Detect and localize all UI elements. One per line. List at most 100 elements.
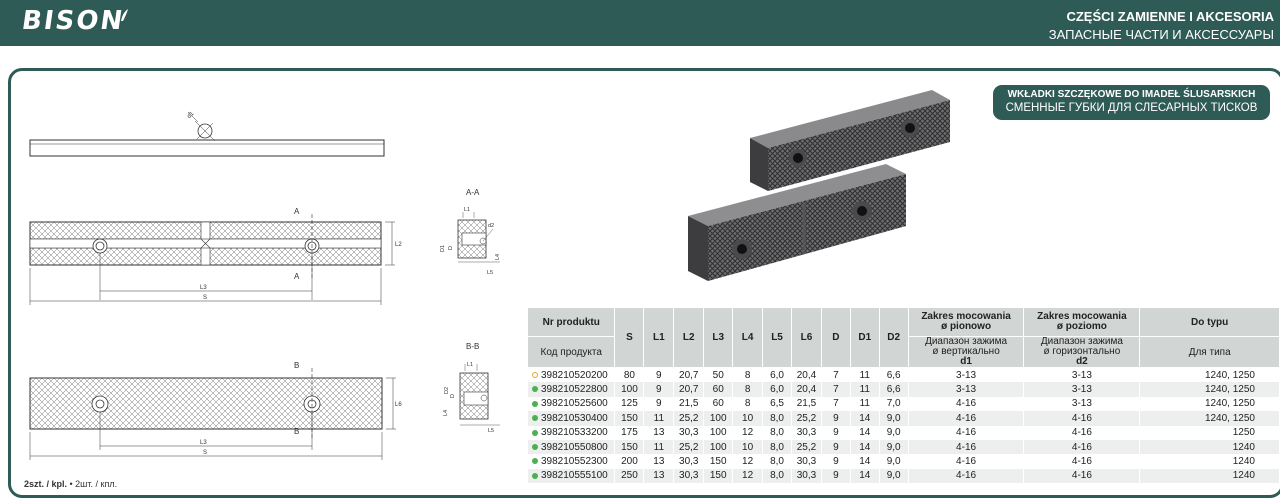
- cell-L5: 8,0: [762, 439, 792, 455]
- section-a-bottom-label: A: [294, 272, 300, 281]
- cell-D1: 11: [850, 382, 880, 397]
- dim-D2: D2: [444, 387, 450, 394]
- cell-nr: 398210525600: [528, 396, 616, 412]
- spec-table: Nr produktu S L1 L2 L3 L4 L5 L6 D D1 D2 …: [528, 308, 1280, 484]
- cell-D: 7: [821, 367, 851, 383]
- cell-L4: 8: [732, 367, 764, 383]
- cell-nr: 398210552300: [528, 454, 616, 469]
- cell-L2: 30,3: [673, 425, 705, 440]
- cell-S: 250: [614, 468, 645, 484]
- status-dot-icon: [532, 415, 538, 422]
- cell-D: 9: [821, 468, 851, 484]
- header-d1-ru: Диапазон зажима ø вертикально d1: [908, 336, 1025, 368]
- cell-S: 150: [614, 411, 645, 426]
- header-S: S: [614, 308, 645, 368]
- section-bb-title: B-B: [466, 342, 479, 351]
- cell-L3: 100: [703, 425, 734, 440]
- cell-L1: 9: [643, 382, 675, 397]
- table-row: 398210533200 175 13 30,3 100 12 8,0 30,3 9 14 9,0 4…: [528, 425, 1280, 440]
- header-L3: L3: [703, 308, 734, 368]
- dim-D-b: D: [450, 394, 456, 398]
- header-L2: L2: [673, 308, 705, 368]
- cell-L1: 13: [643, 425, 675, 440]
- header-nr-pl: Nr produktu: [528, 308, 616, 337]
- cell-type: 1240, 1250: [1139, 382, 1280, 397]
- header-L6: L6: [791, 308, 822, 368]
- cell-D2: 9,0: [879, 425, 909, 440]
- cell-D2: 6,6: [879, 382, 909, 397]
- header-d2-ru: Диапазон зажима ø горизонтально d2: [1023, 336, 1141, 368]
- cell-type: 1240: [1139, 454, 1280, 469]
- cell-d1: 4-16: [908, 468, 1025, 484]
- header-nr-ru: Код продукта: [528, 336, 616, 368]
- cell-d1: 4-16: [908, 425, 1025, 440]
- table-row: 398210555100 250 13 30,3 150 12 8,0 30,3 9 14 9,0 4…: [528, 468, 1280, 484]
- header-type-ru: Для типа: [1139, 336, 1280, 368]
- cell-D2: 7,0: [879, 396, 909, 412]
- cell-L5: 8,0: [762, 454, 792, 469]
- table-row: 398210520200 80 9 20,7 50 8 6,0 20,4 7 11 6,6 3-13 3…: [528, 367, 1280, 383]
- cell-L1: 13: [643, 454, 675, 469]
- cell-D2: 9,0: [879, 468, 909, 484]
- cell-d1: 4-16: [908, 454, 1025, 469]
- cell-d2: 4-16: [1023, 439, 1141, 455]
- cell-L6: 21,5: [791, 396, 822, 412]
- cell-D1: 14: [850, 454, 880, 469]
- cell-D2: 9,0: [879, 411, 909, 426]
- header-d1-pl2: ø pionowo: [941, 321, 992, 332]
- cell-d2: 4-16: [1023, 411, 1141, 426]
- dim-S-b: S: [203, 450, 207, 456]
- table-row: 398210525600 125 9 21,5 60 8 6,5 21,5 7 11 7,0 4-16…: [528, 396, 1280, 412]
- footnote: 2szt. / kpl. • 2шт. / кпл.: [24, 479, 117, 489]
- cell-type: 1240: [1139, 468, 1280, 484]
- cell-L6: 25,2: [791, 411, 822, 426]
- cell-L5: 8,0: [762, 468, 792, 484]
- dim-L2: L2: [395, 242, 402, 248]
- dim-D-a: D: [448, 246, 454, 250]
- cell-nr-text: 398210552300: [541, 456, 608, 468]
- dim-D1-a: D1: [440, 245, 446, 252]
- cell-D1: 14: [850, 425, 880, 440]
- section-b-top-label: B: [294, 361, 299, 370]
- cell-nr: 398210555100: [528, 468, 616, 484]
- cell-L2: 25,2: [673, 439, 705, 455]
- cell-nr-text: 398210550800: [541, 441, 608, 453]
- cell-L6: 25,2: [791, 439, 822, 455]
- cell-d1: 4-16: [908, 411, 1025, 426]
- cell-d2: 4-16: [1023, 425, 1141, 440]
- cell-L3: 60: [703, 396, 734, 412]
- cell-d1: 4-16: [908, 396, 1025, 412]
- section-b-bottom-label: B: [294, 427, 299, 436]
- table-row: 398210530400 150 11 25,2 100 10 8,0 25,2 9 14 9,0 4…: [528, 411, 1280, 426]
- cell-D1: 14: [850, 439, 880, 455]
- dim-L1-a: L1: [464, 207, 470, 213]
- cell-d2: 4-16: [1023, 454, 1141, 469]
- cell-L6: 30,3: [791, 454, 822, 469]
- cell-D2: 9,0: [879, 439, 909, 455]
- cell-L6: 30,3: [791, 425, 822, 440]
- cell-nr-text: 398210530400: [541, 412, 608, 424]
- dim-L3-a: L3: [200, 285, 207, 291]
- cell-L5: 6,0: [762, 382, 792, 397]
- cell-L2: 20,7: [673, 367, 705, 383]
- cell-D: 7: [821, 382, 851, 397]
- header-D: D: [821, 308, 851, 368]
- cell-L3: 60: [703, 382, 734, 397]
- header-L4: L4: [732, 308, 764, 368]
- cell-L3: 50: [703, 367, 734, 383]
- cell-nr: 398210522800: [528, 382, 616, 397]
- cell-L6: 20,4: [791, 367, 822, 383]
- header-type-pl: Do typu: [1139, 308, 1280, 337]
- cell-L4: 12: [732, 468, 764, 484]
- cell-d1: 3-13: [908, 367, 1025, 383]
- header-D2: D2: [879, 308, 909, 368]
- dim-L3-b: L3: [200, 440, 207, 446]
- cell-L4: 8: [732, 396, 764, 412]
- status-dot-icon: [532, 386, 538, 393]
- cell-d2: 3-13: [1023, 396, 1141, 412]
- cell-type: 1240, 1250: [1139, 396, 1280, 412]
- cell-d1: 3-13: [908, 382, 1025, 397]
- status-dot-icon: [532, 458, 538, 465]
- cell-L2: 21,5: [673, 396, 705, 412]
- table-row: 398210522800 100 9 20,7 60 8 6,0 20,4 7 11 6,6 3-13…: [528, 382, 1280, 397]
